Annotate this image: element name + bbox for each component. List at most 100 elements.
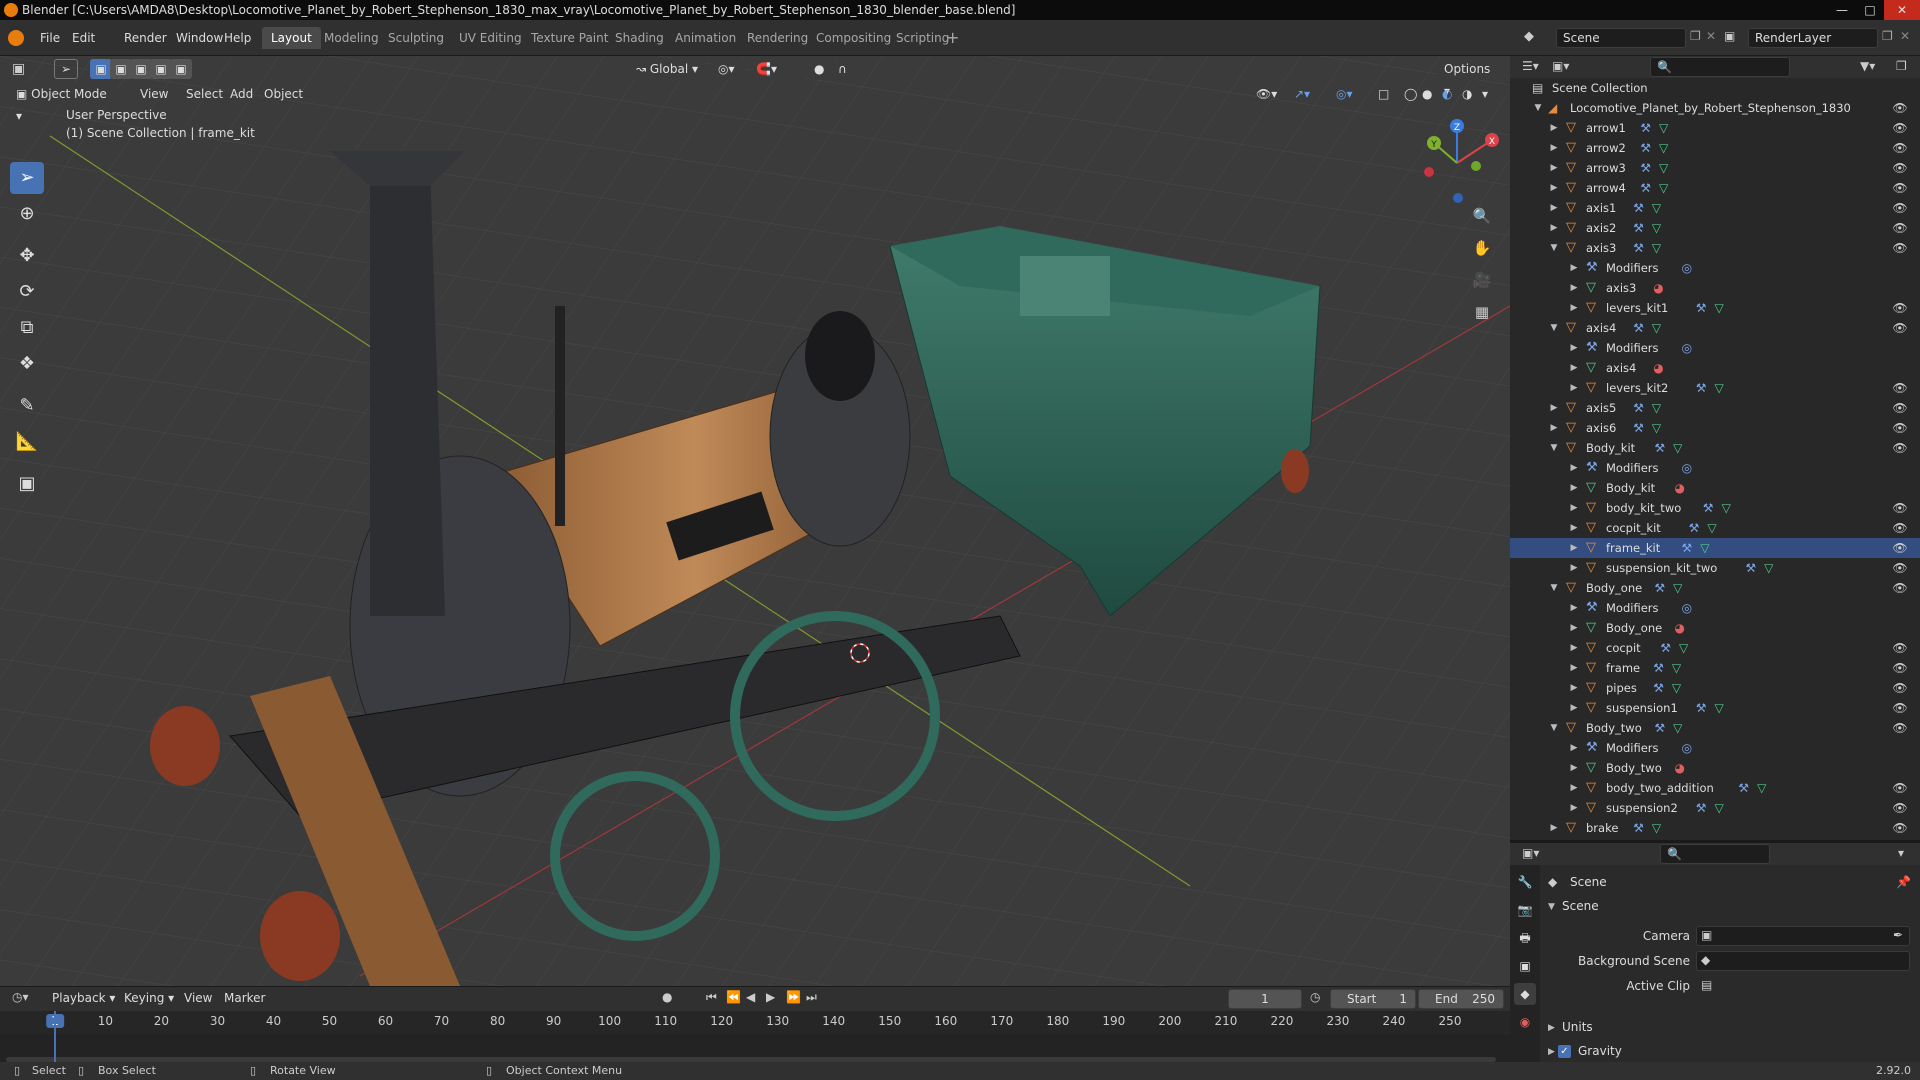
mesh-data-icon[interactable]: ▽ [1650, 321, 1664, 335]
end-frame-field[interactable]: End 250 [1418, 989, 1504, 1009]
play-reverse-icon[interactable]: ◀ [746, 990, 755, 1004]
expand-arrow-icon[interactable]: ▶ [1548, 218, 1560, 238]
modifier-wrench-icon[interactable]: ⚒ [1694, 301, 1708, 315]
measure-tool-icon[interactable]: 📐 [10, 426, 44, 458]
menu-edit[interactable]: Edit [66, 28, 101, 48]
output-tab-icon[interactable]: 🖶 [1514, 927, 1536, 949]
preview-range-icon[interactable]: ◷ [1310, 990, 1320, 1004]
selection-intersect-icon[interactable]: ▣ [170, 59, 192, 79]
falloff-dropdown[interactable]: ∩ [832, 58, 856, 80]
xray-toggle[interactable]: □ [1372, 83, 1395, 105]
scene-tab-icon[interactable]: ◆ [1514, 983, 1536, 1005]
mesh-data-icon[interactable]: ▽ [1650, 821, 1664, 835]
modifier-wrench-icon[interactable]: ⚒ [1687, 521, 1701, 535]
mesh-data-icon[interactable]: ▽ [1657, 181, 1671, 195]
modifier-wrench-icon[interactable]: ⚒ [1639, 181, 1653, 195]
active-clip-field[interactable]: ▤ [1696, 976, 1910, 996]
mesh-data-icon[interactable]: ▽ [1762, 561, 1776, 575]
outliner-scene-collection[interactable]: ▤ Scene Collection [1510, 78, 1920, 98]
visibility-eye-icon[interactable]: 👁 [1892, 318, 1908, 338]
modifier-wrench-icon[interactable]: ⚒ [1744, 561, 1758, 575]
expand-arrow-icon[interactable]: ▶ [1568, 798, 1580, 818]
visibility-eye-icon[interactable]: 👁 [1892, 238, 1908, 258]
selection-new-icon[interactable]: ▣ [90, 59, 112, 79]
eyedropper-icon[interactable]: ✒ [1893, 928, 1903, 942]
modifier-wrench-icon[interactable]: ⚒ [1680, 541, 1694, 555]
workspace-tab-modeling[interactable]: Modeling [315, 27, 388, 49]
visibility-eye-icon[interactable]: 👁 [1892, 418, 1908, 438]
world-tab-icon[interactable]: ◉ [1514, 1011, 1536, 1033]
outliner-row[interactable]: ▶ ▽ axis3 ◕ [1510, 278, 1920, 298]
modifier-wrench-icon[interactable]: ⚒ [1632, 821, 1646, 835]
delete-scene-icon[interactable]: ✕ [1706, 29, 1716, 43]
expand-arrow-icon[interactable]: ▶ [1568, 678, 1580, 698]
visibility-eye-icon[interactable]: 👁 [1892, 178, 1908, 198]
outliner-row[interactable]: ▶ ▽ Body_one ◕ [1510, 618, 1920, 638]
outliner-row[interactable]: ▶ ▽ Body_kit ◕ [1510, 478, 1920, 498]
modifier-wrench-icon[interactable]: ⚒ [1639, 141, 1653, 155]
menu-render[interactable]: Render [118, 28, 173, 48]
visibility-eye-icon[interactable]: 👁 [1892, 438, 1908, 458]
outliner-row[interactable]: ▶ ▽ cocpit_kit ⚒ ▽ 👁 [1510, 518, 1920, 538]
properties-search-input[interactable]: 🔍 [1660, 844, 1770, 864]
modifier-wrench-icon[interactable]: ⚒ [1632, 421, 1646, 435]
timeline-keyframe-area[interactable] [0, 1035, 1510, 1063]
outliner-row[interactable]: ▶ ▽ frame ⚒ ▽ 👁 [1510, 658, 1920, 678]
visibility-eye-icon[interactable]: 👁 [1892, 658, 1908, 678]
tool-tab-icon[interactable]: 🔧 [1514, 871, 1536, 893]
select-mode-icon[interactable]: ➢ [54, 59, 78, 79]
outliner[interactable]: ▤ Scene Collection ▼ ◢ Locomotive_Planet… [1510, 78, 1920, 840]
expand-arrow-icon[interactable]: ▶ [1568, 378, 1580, 398]
outliner-row[interactable]: ▶ ▽ cocpit ⚒ ▽ 👁 [1510, 638, 1920, 658]
background-scene-field[interactable]: ◆ [1696, 951, 1910, 971]
expand-arrow-icon[interactable]: ▶ [1568, 518, 1580, 538]
timeline-ruler[interactable]: 1102030405060708090100110120130140150160… [0, 1011, 1510, 1035]
outliner-row[interactable]: ▶ ▽ arrow4 ⚒ ▽ 👁 [1510, 178, 1920, 198]
3d-viewport[interactable]: ▣ ➢ ▣ ▣ ▣ ▣ ▣ ↝ Global ▾ ◎▾ 🧲▾ ● ∩ Optio… [0, 56, 1510, 986]
expand-arrow-icon[interactable]: ▶ [1568, 698, 1580, 718]
view-layer-selector[interactable]: RenderLayer [1748, 28, 1878, 48]
expand-arrow-icon[interactable]: ▶ [1548, 178, 1560, 198]
new-view-layer-icon[interactable]: ❐ [1882, 29, 1893, 43]
expand-arrow-icon[interactable]: ▶ [1548, 118, 1560, 138]
add-workspace-icon[interactable]: + [946, 28, 959, 47]
modifier-wrench-icon[interactable]: ⚒ [1639, 121, 1653, 135]
visibility-eye-icon[interactable]: 👁 [1892, 698, 1908, 718]
mesh-data-icon[interactable]: ▽ [1677, 641, 1691, 655]
pan-hand-icon[interactable]: ✋ [1468, 234, 1496, 262]
orthographic-grid-icon[interactable]: ▦ [1468, 298, 1496, 326]
modifier-type-icon[interactable]: ◎ [1680, 601, 1694, 615]
editor-type-icon[interactable]: ▣ [12, 61, 25, 77]
mesh-data-icon[interactable]: ▽ [1719, 501, 1733, 515]
modifier-wrench-icon[interactable]: ⚒ [1659, 641, 1673, 655]
current-frame-field[interactable]: 1 [1228, 989, 1302, 1009]
workspace-tab-texture-paint[interactable]: Texture Paint [522, 27, 617, 49]
options-dropdown[interactable]: Options ▾ [1438, 58, 1500, 98]
outliner-row[interactable]: ▼ ▽ axis4 ⚒ ▽ 👁 [1510, 318, 1920, 338]
modifier-wrench-icon[interactable]: ⚒ [1694, 381, 1708, 395]
expand-arrow-icon[interactable]: ▶ [1568, 498, 1580, 518]
selection-subtract-icon[interactable]: ▣ [130, 59, 152, 79]
outliner-row[interactable]: ▼ ▽ Body_kit ⚒ ▽ 👁 [1510, 438, 1920, 458]
prev-keyframe-icon[interactable]: ⏪ [726, 990, 741, 1004]
visibility-eye-icon[interactable]: 👁 [1892, 558, 1908, 578]
selection-extend-icon[interactable]: ▣ [110, 59, 132, 79]
outliner-row[interactable]: ▶ ▽ suspension2 ⚒ ▽ 👁 [1510, 798, 1920, 818]
expand-arrow-icon[interactable]: ▶ [1568, 598, 1580, 618]
outliner-row[interactable]: ▶ ▽ axis5 ⚒ ▽ 👁 [1510, 398, 1920, 418]
new-collection-icon[interactable]: ❐ [1896, 59, 1907, 73]
modifier-wrench-icon[interactable]: ⚒ [1694, 701, 1708, 715]
new-scene-icon[interactable]: ❐ [1690, 29, 1701, 43]
material-icon[interactable]: ◕ [1652, 281, 1666, 295]
viewport-menu-view[interactable]: View [134, 83, 174, 105]
mesh-data-icon[interactable]: ▽ [1650, 221, 1664, 235]
menu-help[interactable]: Help [218, 28, 257, 48]
select-box-tool-icon[interactable]: ➢ [10, 162, 44, 194]
visibility-eye-icon[interactable]: 👁 [1892, 118, 1908, 138]
viewport-menu-object[interactable]: Object [258, 83, 309, 105]
workspace-tab-shading[interactable]: Shading [606, 27, 673, 49]
modifier-wrench-icon[interactable]: ⚒ [1632, 401, 1646, 415]
units-panel-arrow-icon[interactable]: ▶ [1548, 1023, 1555, 1033]
visibility-eye-icon[interactable]: 👁 [1892, 198, 1908, 218]
modifier-wrench-icon[interactable]: ⚒ [1701, 501, 1715, 515]
